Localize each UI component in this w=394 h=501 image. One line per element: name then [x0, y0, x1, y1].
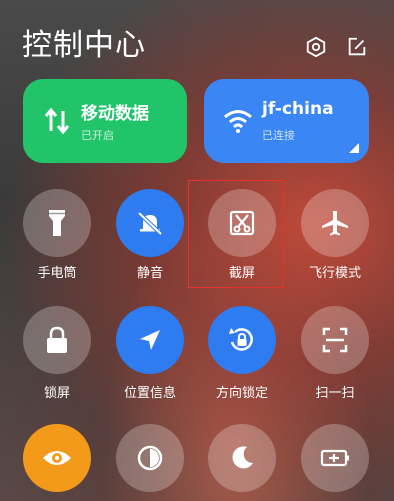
flashlight-tile[interactable]	[23, 189, 91, 257]
dark-mode-tile[interactable]	[208, 424, 276, 492]
rotation-lock-tile[interactable]	[208, 306, 276, 374]
lock-icon	[47, 326, 67, 353]
scissors-icon	[229, 210, 255, 236]
corner-arrow-icon	[349, 143, 359, 153]
lock-screen-tile[interactable]	[23, 306, 91, 374]
flashlight-label: 手电筒	[37, 266, 77, 281]
contrast-icon	[137, 445, 163, 471]
scan-icon	[322, 327, 348, 353]
eye-comfort-tile[interactable]	[23, 424, 91, 492]
mobile-data-title: 移动数据	[81, 104, 149, 124]
screenshot-label: 截屏	[228, 266, 255, 281]
mute-label: 静音	[136, 266, 163, 281]
battery-saver-tile[interactable]	[301, 424, 369, 492]
wifi-icon	[224, 110, 252, 133]
battery-icon	[320, 449, 349, 467]
wifi-title: jf-china	[262, 99, 334, 119]
airplane-icon	[322, 211, 348, 236]
scan-label: 扫一扫	[315, 386, 355, 401]
rotation-lock-label: 方向锁定	[215, 386, 268, 401]
location-arrow-icon	[140, 330, 160, 350]
wifi-card[interactable]: jf-china 已连接	[204, 79, 369, 163]
moon-icon	[232, 446, 253, 469]
airplane-label: 飞行模式	[308, 266, 361, 281]
mute-tile[interactable]	[116, 189, 184, 257]
scan-tile[interactable]	[301, 306, 369, 374]
edit-icon[interactable]	[346, 36, 368, 58]
airplane-tile[interactable]	[301, 189, 369, 257]
flashlight-icon	[49, 210, 65, 236]
mobile-data-status: 已开启	[81, 129, 114, 142]
wifi-status: 已连接	[262, 129, 295, 142]
eye-icon	[43, 451, 71, 465]
lock-screen-label: 锁屏	[43, 386, 70, 401]
screenshot-tile[interactable]	[208, 189, 276, 257]
rotation-lock-icon	[229, 328, 253, 351]
location-label: 位置信息	[123, 386, 176, 401]
location-tile[interactable]	[116, 306, 184, 374]
data-arrows-icon	[44, 107, 70, 135]
mobile-data-card[interactable]: 移动数据 已开启	[23, 79, 187, 163]
page-title: 控制中心	[22, 28, 146, 63]
settings-hex-icon[interactable]	[305, 36, 327, 58]
contrast-tile[interactable]	[116, 424, 184, 492]
mute-bell-icon	[137, 211, 163, 236]
